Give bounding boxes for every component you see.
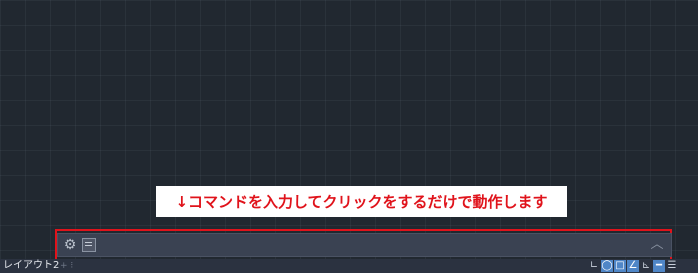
instruction-callout: ↓コマンドを入力してクリックをするだけで動作します	[156, 186, 567, 217]
instruction-callout-text: ↓コマンドを入力してクリックをするだけで動作します	[175, 193, 548, 211]
layout-tab-layout2[interactable]: レイアウト2	[3, 259, 59, 273]
status-toggle-group: ∟ ◯ □ ∠ ⊾ ━ ☰	[588, 260, 678, 272]
command-input[interactable]	[100, 236, 644, 256]
command-line: ⚙ ︿	[57, 233, 672, 257]
dynamic-ucs-icon[interactable]: ⊾	[640, 260, 652, 272]
status-bar: レイアウト2 + ⁝ ∟ ◯ □ ∠ ⊾ ━ ☰	[0, 259, 698, 273]
chevron-up-icon[interactable]: ︿	[649, 237, 665, 253]
layout-tab-controls[interactable]: + ⁝	[60, 261, 84, 271]
gear-icon[interactable]: ⚙	[62, 237, 78, 253]
polar-tracking-icon[interactable]: ◯	[601, 260, 613, 272]
lineweight-icon[interactable]: ━	[653, 260, 665, 272]
command-history-icon[interactable]	[82, 238, 96, 252]
customization-menu-icon[interactable]: ☰	[666, 260, 678, 272]
object-snap-icon[interactable]: □	[614, 260, 626, 272]
ortho-icon[interactable]: ∟	[588, 260, 600, 272]
object-snap-tracking-icon[interactable]: ∠	[627, 260, 639, 272]
